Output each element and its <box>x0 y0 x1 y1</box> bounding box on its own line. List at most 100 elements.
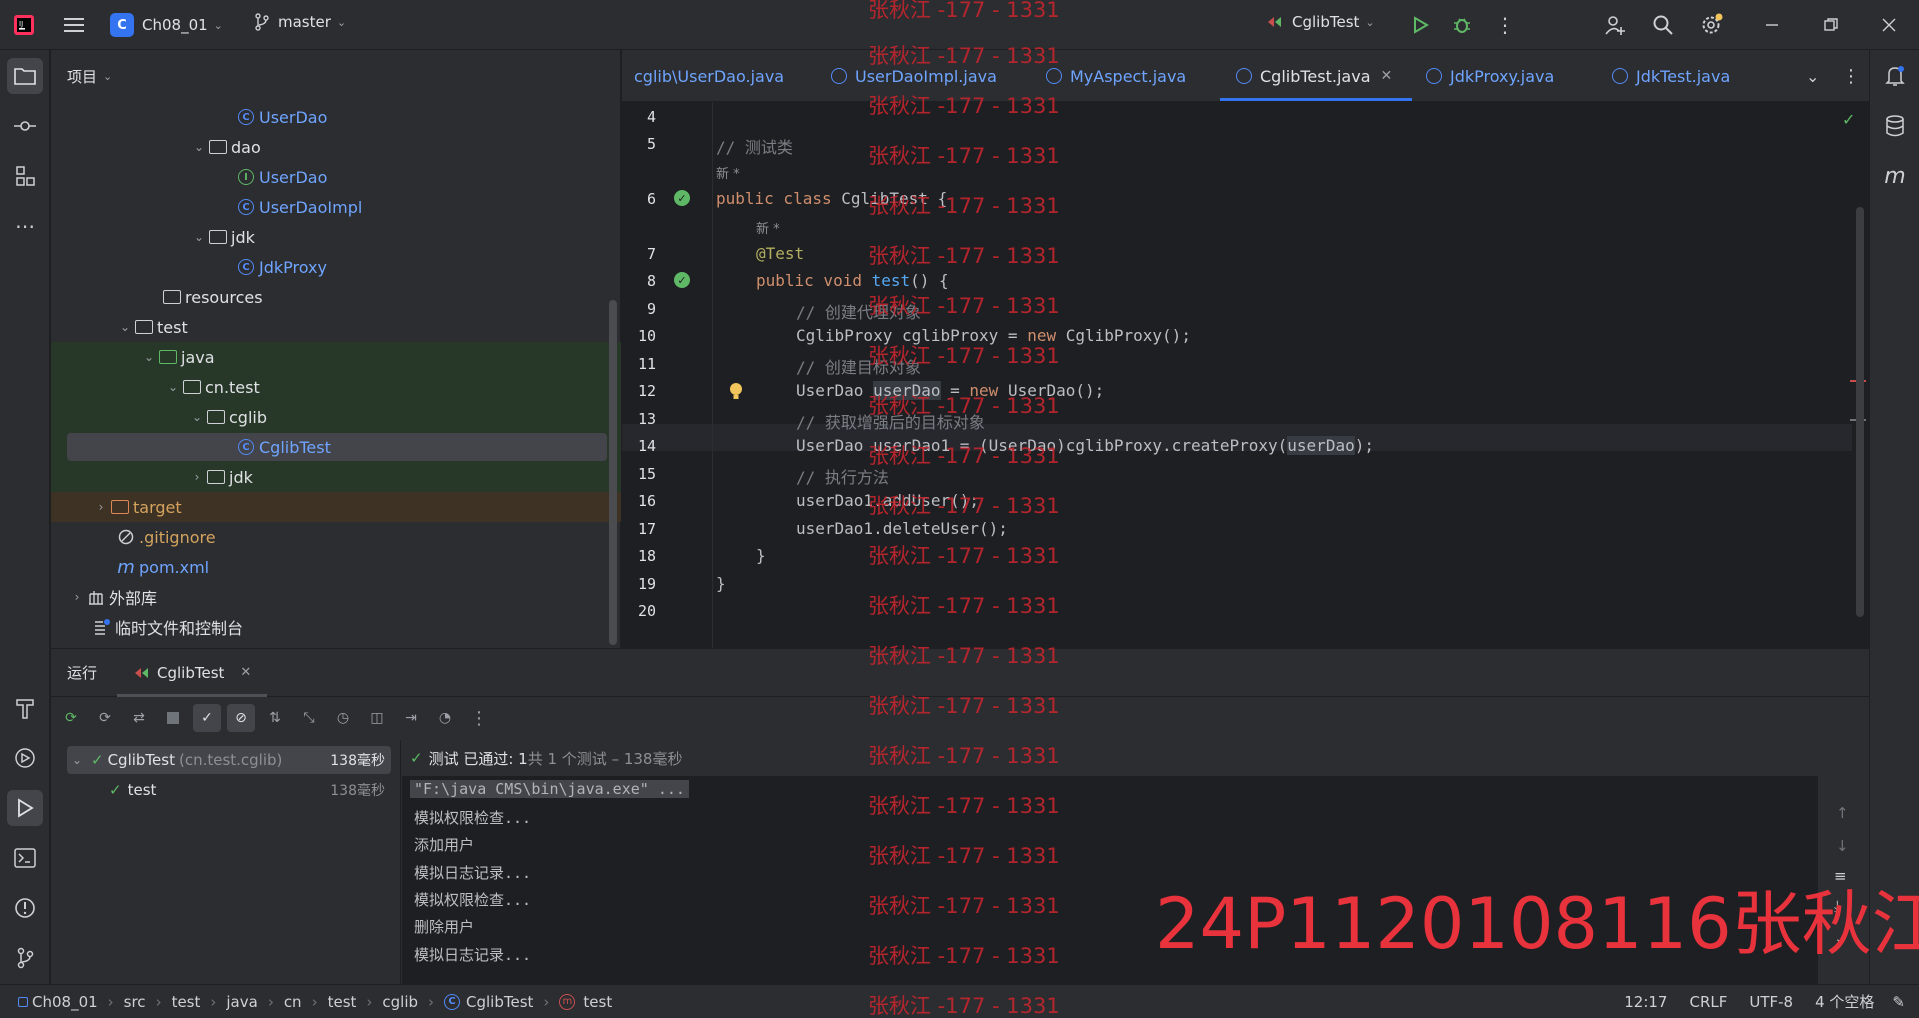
tree-item[interactable]: ⌄ cglib <box>51 402 621 432</box>
scroll-down-icon[interactable]: ↓ <box>1836 837 1849 855</box>
tree-item[interactable]: 临时文件和控制台 <box>51 612 621 642</box>
tree-item[interactable]: ⌄ dao <box>51 132 621 162</box>
tab-jdktest[interactable]: JdkTest.java <box>1612 50 1730 102</box>
chevron-down-icon[interactable]: ⌄ <box>191 140 207 154</box>
run-tool-icon[interactable] <box>7 790 43 826</box>
run-config-selector[interactable]: CglibTest ⌄ <box>1266 13 1375 31</box>
run-icon[interactable] <box>1406 11 1434 39</box>
tree-item[interactable]: C JdkProxy <box>51 252 621 282</box>
breadcrumb-item[interactable]: cn <box>284 993 302 1011</box>
indent-setting[interactable]: 4 个空格 <box>1815 991 1874 1012</box>
chevron-down-icon[interactable]: ⌄ <box>117 320 133 334</box>
settings-gear-icon[interactable] <box>1698 11 1726 39</box>
chevron-down-icon[interactable]: ⌄ <box>165 380 181 394</box>
intellij-logo-icon[interactable]: IJ <box>10 11 38 39</box>
tree-item[interactable]: resources <box>51 282 621 312</box>
tab-list-chevron-icon[interactable]: ⌄ <box>1806 50 1819 102</box>
breadcrumb-item[interactable]: java <box>226 993 257 1011</box>
more-actions-icon[interactable]: ⋮ <box>1491 11 1519 39</box>
tab-more-icon[interactable]: ⋮ <box>1842 50 1860 102</box>
breadcrumb-item[interactable]: CglibTest <box>466 993 533 1011</box>
run-tab[interactable]: CglibTest ✕ <box>117 649 268 697</box>
import-icon[interactable]: ⇥ <box>397 704 425 732</box>
more-icon[interactable]: ⋮ <box>465 704 493 732</box>
tree-item[interactable]: ⌄ java <box>51 342 621 372</box>
chevron-down-icon[interactable]: ⌄ <box>191 230 207 244</box>
project-tool-icon[interactable] <box>7 58 43 94</box>
breadcrumb-item[interactable]: test <box>328 993 357 1011</box>
tree-item[interactable]: I UserDao <box>51 162 621 192</box>
tree-item[interactable]: ⌄ jdk <box>51 222 621 252</box>
test-suite-row[interactable]: ⌄ ✓ CglibTest (cn.test.cglib) 138毫秒 <box>67 746 391 774</box>
tree-item[interactable]: › 外部库 <box>51 582 621 612</box>
editor-scrollbar[interactable] <box>1856 207 1864 617</box>
maven-icon[interactable]: m <box>1877 158 1913 194</box>
export-icon[interactable]: ◔ <box>431 704 459 732</box>
show-ignored-icon[interactable]: ⊘ <box>227 704 255 732</box>
no-problems-check-icon[interactable]: ✓ <box>1842 110 1855 129</box>
tree-item[interactable]: › jdk <box>51 462 621 492</box>
lightbulb-icon[interactable] <box>729 382 743 404</box>
chevron-down-icon[interactable]: ⌄ <box>67 753 87 767</box>
code-line[interactable]: // 测试类 <box>716 134 793 158</box>
tab-jdkproxy[interactable]: JdkProxy.java <box>1426 50 1554 102</box>
collapse-all-icon[interactable]: ⤡ <box>295 704 323 732</box>
code-line[interactable]: } <box>716 574 726 593</box>
close-tab-icon[interactable]: ✕ <box>1381 68 1393 84</box>
tree-item[interactable]: .gitignore <box>51 522 621 552</box>
main-menu-icon[interactable] <box>60 11 88 39</box>
tab-myaspect[interactable]: MyAspect.java <box>1046 50 1186 102</box>
code-line[interactable]: } <box>756 546 766 565</box>
tree-item[interactable]: C UserDaoImpl <box>51 192 621 222</box>
history-icon[interactable]: ◷ <box>329 704 357 732</box>
build-tool-icon[interactable] <box>7 690 43 726</box>
close-tab-icon[interactable]: ✕ <box>240 665 251 680</box>
add-user-icon[interactable] <box>1601 11 1629 39</box>
problems-tool-icon[interactable] <box>7 890 43 926</box>
line-separator[interactable]: CRLF <box>1689 993 1727 1011</box>
tree-item-selected[interactable]: C CglibTest <box>51 432 621 462</box>
search-icon[interactable] <box>1649 11 1677 39</box>
close-window-icon[interactable] <box>1875 11 1903 39</box>
show-passed-icon[interactable]: ✓ <box>193 704 221 732</box>
breadcrumb-item[interactable]: test <box>172 993 201 1011</box>
code-line[interactable]: public void test() { <box>756 271 949 290</box>
git-tool-icon[interactable] <box>7 940 43 976</box>
tab-cglibtest[interactable]: CglibTest.java ✕ <box>1236 50 1392 102</box>
notifications-icon[interactable] <box>1877 58 1913 94</box>
project-selector[interactable]: C Ch08_01 ⌄ <box>110 13 223 37</box>
terminal-tool-icon[interactable] <box>7 840 43 876</box>
file-encoding[interactable]: UTF-8 <box>1749 993 1793 1011</box>
chevron-right-icon[interactable]: › <box>69 590 85 604</box>
commit-tool-icon[interactable] <box>7 108 43 144</box>
breadcrumb-item[interactable]: src <box>124 993 146 1011</box>
test-case-row[interactable]: ✓ test 138毫秒 <box>67 776 391 804</box>
scroll-up-icon[interactable]: ↑ <box>1836 804 1849 822</box>
code-line[interactable]: @Test <box>756 244 804 263</box>
structure-tool-icon[interactable] <box>7 158 43 194</box>
chevron-right-icon[interactable]: › <box>189 470 205 484</box>
tab-cglib-userdao[interactable]: cglib\UserDao.java <box>634 50 784 102</box>
services-tool-icon[interactable] <box>7 740 43 776</box>
database-icon[interactable] <box>1877 108 1913 144</box>
tree-item[interactable]: › target <box>51 492 621 522</box>
tree-item[interactable]: ⌄ test <box>51 312 621 342</box>
tree-item[interactable]: C UserDao <box>51 102 621 132</box>
stop-icon[interactable] <box>159 704 187 732</box>
debug-icon[interactable] <box>1448 11 1476 39</box>
more-tools-icon[interactable]: ⋯ <box>7 208 43 244</box>
toggle-auto-test-icon[interactable]: ⇄ <box>125 704 153 732</box>
rerun-icon[interactable]: ⟳ <box>57 704 85 732</box>
tree-item[interactable]: ⌄ cn.test <box>51 372 621 402</box>
chevron-right-icon[interactable]: › <box>93 500 109 514</box>
breadcrumb-item[interactable]: test <box>583 993 612 1011</box>
camera-icon[interactable]: ◫ <box>363 704 391 732</box>
breadcrumb-item[interactable]: cglib <box>382 993 418 1011</box>
minimize-icon[interactable] <box>1758 11 1786 39</box>
restore-icon[interactable] <box>1817 11 1845 39</box>
branch-selector[interactable]: master ⌄ <box>254 13 346 31</box>
read-only-toggle-icon[interactable]: ✎ <box>1892 993 1905 1011</box>
chevron-down-icon[interactable]: ⌄ <box>189 410 205 424</box>
cursor-position[interactable]: 12:17 <box>1624 993 1667 1011</box>
rerun-failed-icon[interactable]: ⟳ <box>91 704 119 732</box>
